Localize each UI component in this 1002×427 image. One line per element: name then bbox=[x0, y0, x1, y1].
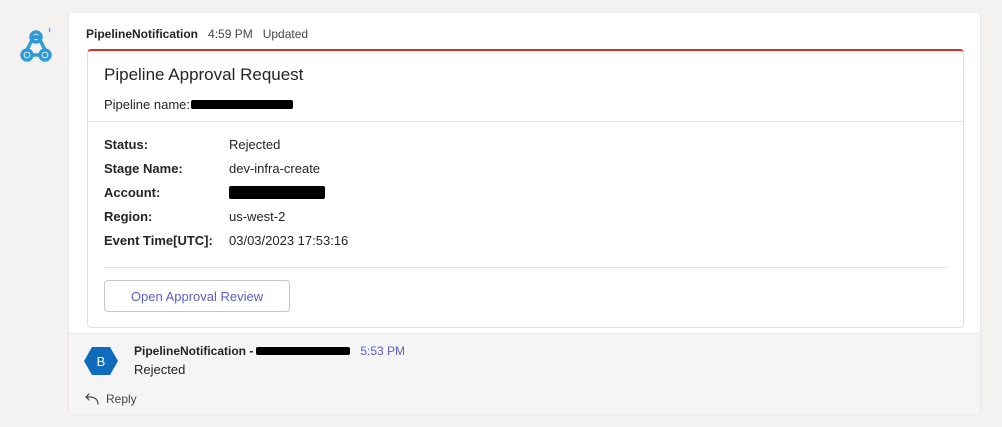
fact-key: Account: bbox=[104, 185, 161, 200]
message-header: PipelineNotification 4:59 PM Updated bbox=[86, 27, 308, 41]
reply-section: B PipelineNotification - 5:53 PM Rejecte… bbox=[69, 333, 980, 414]
reply-message-text: Rejected bbox=[134, 362, 186, 377]
reply-arrow-icon bbox=[85, 393, 99, 405]
pipeline-name-label: Pipeline name: bbox=[104, 97, 190, 112]
open-approval-review-button[interactable]: Open Approval Review bbox=[104, 280, 290, 312]
fact-key: Event Time[UTC]: bbox=[104, 233, 213, 248]
redacted-account bbox=[229, 186, 325, 202]
fact-value: 03/03/2023 17:53:16 bbox=[229, 233, 349, 248]
reply-timestamp[interactable]: 5:53 PM bbox=[360, 344, 405, 358]
message-thread: PipelineNotification 4:59 PM Updated Pip… bbox=[69, 13, 980, 414]
fact-value: Rejected bbox=[229, 137, 281, 152]
fact-key: Region: bbox=[104, 209, 153, 224]
reply-sender[interactable]: PipelineNotification - bbox=[134, 344, 253, 358]
fact-key: Status: bbox=[104, 137, 149, 152]
actions-divider bbox=[104, 267, 947, 268]
card-divider bbox=[88, 121, 963, 122]
reply-label: Reply bbox=[106, 392, 137, 406]
redacted-user-name bbox=[256, 347, 351, 355]
card-title: Pipeline Approval Request bbox=[104, 65, 304, 84]
adaptive-card: Pipeline Approval Request Pipeline name:… bbox=[87, 49, 964, 328]
webhook-icon bbox=[20, 27, 52, 62]
reply-button[interactable]: Reply bbox=[84, 392, 137, 406]
avatar-letter: B bbox=[97, 354, 106, 369]
reply-header: PipelineNotification - 5:53 PM bbox=[134, 344, 405, 358]
message-timestamp[interactable]: 4:59 PM bbox=[208, 27, 253, 41]
hexagon-avatar-icon: B bbox=[84, 347, 118, 375]
fact-value: us-west-2 bbox=[229, 209, 286, 224]
avatar[interactable]: B bbox=[84, 346, 118, 376]
sender-name[interactable]: PipelineNotification bbox=[86, 27, 198, 41]
fact-key: Stage Name: bbox=[104, 161, 183, 176]
edited-indicator: Updated bbox=[262, 27, 309, 41]
pipeline-name-line: Pipeline name: bbox=[104, 97, 293, 112]
redacted-pipeline-name bbox=[191, 100, 293, 109]
fact-value: dev-infra-create bbox=[229, 161, 321, 176]
